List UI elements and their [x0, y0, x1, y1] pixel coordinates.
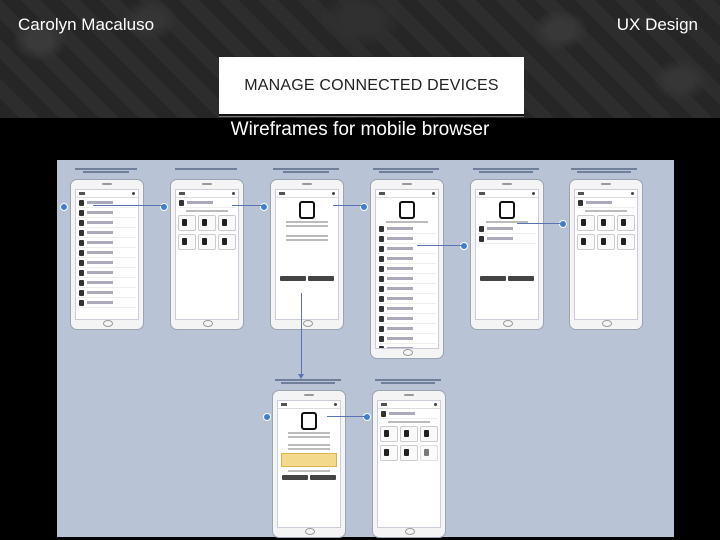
- screen-caption: [365, 167, 447, 174]
- screen-caption: [165, 167, 247, 171]
- wireframe-screen-6: [569, 179, 643, 330]
- wireframe-screen-4: [370, 179, 444, 359]
- hotspot-marker: [559, 220, 567, 228]
- flow-connector: [93, 205, 163, 206]
- flow-connector: [517, 223, 562, 224]
- hotspot-marker: [60, 203, 68, 211]
- flow-connector: [327, 416, 365, 417]
- flow-connector: [301, 293, 302, 377]
- wireframe-screen-5: [470, 179, 544, 330]
- screen-caption: [267, 378, 349, 385]
- hotspot-marker: [363, 413, 371, 421]
- screen-caption: [65, 167, 147, 174]
- wireframe-canvas: [57, 160, 674, 538]
- author-name: Carolyn Macaluso: [18, 15, 155, 34]
- wireframe-screen-2: [170, 179, 244, 330]
- screen-caption: [465, 167, 547, 174]
- wireframe-screen-8: [372, 390, 446, 538]
- topic-label: UX Design: [616, 15, 698, 34]
- title-divider: [219, 116, 524, 117]
- hotspot-marker: [263, 413, 271, 421]
- screen-caption: [265, 167, 347, 174]
- wireframe-screen-3: [270, 179, 344, 330]
- flow-arrow: [298, 374, 304, 379]
- page-title: MANAGE CONNECTED DEVICES: [244, 76, 499, 94]
- wireframe-screen-7: [272, 390, 346, 538]
- wireframe-screen-1: [70, 179, 144, 330]
- title-box: MANAGE CONNECTED DEVICES: [219, 57, 524, 117]
- screen-caption: [367, 378, 449, 385]
- flow-connector: [333, 205, 363, 206]
- flow-connector: [232, 205, 262, 206]
- flow-connector: [417, 245, 463, 246]
- hotspot-marker: [460, 242, 468, 250]
- page-subtitle: Wireframes for mobile browser: [230, 119, 490, 140]
- screen-caption: [563, 167, 645, 174]
